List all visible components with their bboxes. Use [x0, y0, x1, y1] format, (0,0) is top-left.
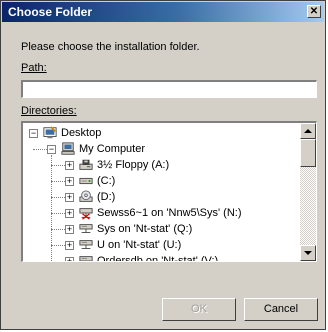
tree-item-label: Sewss6~1 on 'Nnw5\Sys' (N:)	[97, 207, 242, 219]
title-bar[interactable]: Choose Folder ✕	[2, 2, 324, 22]
tree-item-label: Desktop	[61, 127, 102, 139]
tree-item-label: 3½ Floppy (A:)	[97, 159, 170, 171]
close-button[interactable]: ✕	[307, 5, 321, 18]
tree-item-label: Sys on 'Nt-stat' (Q:)	[97, 223, 193, 235]
tree-connector	[51, 197, 65, 198]
expand-icon[interactable]: +	[65, 193, 74, 202]
close-icon: ✕	[309, 6, 319, 17]
floppy-drive-icon	[79, 159, 93, 170]
tree-connector	[51, 213, 65, 214]
tree-connector	[51, 229, 65, 230]
directories-label: Directories:	[21, 105, 77, 117]
tree-item-label: (C:)	[97, 175, 116, 187]
tree-connector	[51, 245, 65, 246]
expand-icon[interactable]: +	[65, 161, 74, 170]
computer-icon	[61, 142, 75, 155]
tree-connector	[51, 261, 65, 262]
path-label: Path:	[21, 62, 47, 74]
scroll-thumb[interactable]	[300, 139, 316, 167]
tree-connector	[33, 149, 47, 150]
arrow-up-icon	[304, 129, 312, 133]
tree-item-label: U on 'Nt-stat' (U:)	[97, 239, 182, 251]
directory-tree[interactable]: − Desktop − My Computer +3½ Floppy (A:) + (C:)…	[21, 121, 317, 262]
network-drive-icon	[79, 240, 93, 249]
collapse-icon[interactable]: −	[29, 129, 38, 138]
tree-connector	[51, 165, 65, 166]
expand-icon[interactable]: +	[65, 209, 74, 218]
hard-drive-icon	[79, 177, 93, 185]
ok-button[interactable]: OK	[162, 298, 236, 321]
instruction-text: Please choose the installation folder.	[21, 41, 200, 53]
tree-item-label: Ordersdb on 'Nt-stat' (V:)	[97, 255, 219, 262]
scroll-down-button[interactable]	[300, 245, 316, 261]
expand-icon[interactable]: +	[65, 257, 74, 261]
tree-item-label: (D:)	[97, 191, 116, 203]
vertical-scrollbar[interactable]	[300, 123, 316, 261]
expand-icon[interactable]: +	[65, 177, 74, 186]
scroll-up-button[interactable]	[300, 123, 316, 139]
arrow-down-icon	[304, 251, 312, 255]
tree-connector	[51, 181, 65, 182]
cancel-button[interactable]: Cancel	[244, 298, 318, 321]
window-title: Choose Folder	[8, 5, 93, 19]
choose-folder-dialog: Choose Folder ✕ Please choose the instal…	[0, 0, 326, 330]
network-drive-icon	[79, 224, 93, 233]
disconnected-network-drive-icon	[79, 208, 93, 220]
tree-item-label: My Computer	[79, 143, 146, 155]
collapse-icon[interactable]: −	[47, 145, 56, 154]
tree-connector	[51, 155, 52, 261]
network-drive-icon	[79, 256, 93, 261]
desktop-icon	[43, 126, 57, 139]
cd-drive-icon	[79, 190, 93, 202]
path-input[interactable]	[21, 80, 317, 98]
expand-icon[interactable]: +	[65, 225, 74, 234]
expand-icon[interactable]: +	[65, 241, 74, 250]
